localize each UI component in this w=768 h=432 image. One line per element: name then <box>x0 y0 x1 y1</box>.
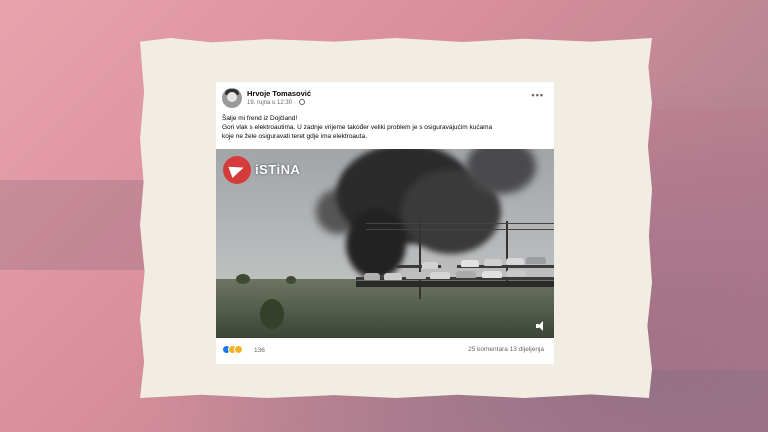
telegram-icon <box>223 156 251 184</box>
meta-separator: · <box>293 100 296 106</box>
shares-count[interactable]: 13 dijeljenja <box>510 346 544 353</box>
overhead-wire <box>366 223 554 224</box>
engagement-counts: 25 komentara 13 dijeljenja <box>468 346 544 353</box>
watermark-text: iSTiNA <box>255 162 301 177</box>
post-text-line: Šalje mi frend iz Dojčland! <box>222 115 298 122</box>
post-header: Hrvoje Tomasović 19. rujna u 12:30 · ••• <box>222 88 548 110</box>
post-text-line: koje ne žele osiguravati teret gdje ima … <box>222 133 367 140</box>
facebook-post: Hrvoje Tomasović 19. rujna u 12:30 · •••… <box>216 82 554 364</box>
more-options-button[interactable]: ••• <box>532 90 544 100</box>
globe-icon <box>299 99 306 105</box>
post-date[interactable]: 19. rujna u 12:30 <box>247 100 292 106</box>
tree <box>260 299 284 329</box>
comments-count[interactable]: 25 komentara <box>468 346 508 353</box>
avatar[interactable] <box>222 88 242 108</box>
wow-icon <box>234 345 243 354</box>
post-text-line: Gori vlak s elektroautima. U zadnje vrij… <box>222 124 493 131</box>
tree <box>286 276 296 284</box>
background-shape <box>0 180 150 270</box>
tree <box>236 274 250 284</box>
reaction-count: 136 <box>254 347 265 354</box>
speaker-mute-icon[interactable] <box>536 321 546 331</box>
car-transport-train <box>356 247 554 287</box>
post-meta: 19. rujna u 12:30 · <box>247 99 306 106</box>
video-watermark: iSTiNA <box>223 156 311 184</box>
post-text: Šalje mi frend iz Dojčland! Gori vlak s … <box>222 114 548 141</box>
post-video[interactable]: iSTiNA <box>216 149 554 338</box>
post-footer: 136 25 komentara 13 dijeljenja <box>222 344 548 358</box>
author-name[interactable]: Hrvoje Tomasović <box>247 89 311 98</box>
